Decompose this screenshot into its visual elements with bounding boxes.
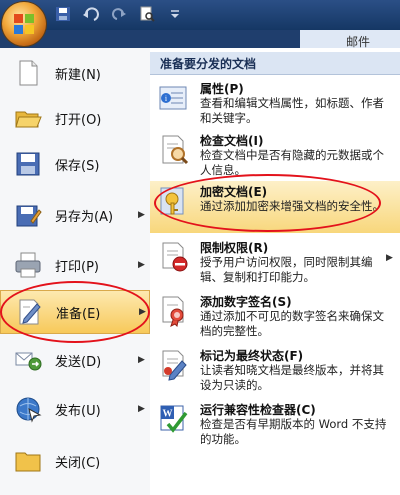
submenu-item-inspect[interactable]: 检查文档(I) 检查文档中是否有隐藏的元数据或个人信息。 — [150, 130, 400, 180]
quick-access-toolbar — [54, 5, 184, 23]
menu-item-label: 关闭(C) — [55, 455, 101, 471]
submenu-arrow-icon: ▶ — [138, 210, 145, 220]
submenu-header: 准备要分发的文档 — [150, 52, 400, 75]
open-folder-icon — [15, 111, 42, 128]
menu-item-label: 打开(O) — [55, 112, 102, 128]
submenu-item-signature[interactable]: 添加数字签名(S) 通过添加不可见的数字签名来确保文档的完整性。 — [150, 291, 400, 343]
customize-icon[interactable] — [166, 5, 184, 23]
menu-item-save[interactable]: 保存(S) — [0, 142, 150, 186]
submenu-item-desc: 检查文档中是否有隐藏的元数据或个人信息。 — [200, 148, 384, 177]
submenu-item-title: 检查文档(I) — [200, 134, 264, 148]
menu-item-label: 发送(D) — [55, 354, 102, 370]
mark-final-icon — [162, 350, 187, 381]
compatibility-checker-icon: W — [160, 405, 188, 433]
menu-item-save-as[interactable]: 另存为(A) ▶ — [0, 193, 150, 237]
menu-item-close[interactable]: 关闭(C) — [0, 439, 150, 483]
submenu-item-desc: 通过添加不可见的数字签名来确保文档的完整性。 — [200, 309, 384, 338]
publish-icon — [16, 397, 42, 423]
menu-item-send[interactable]: 发送(D) ▶ — [0, 338, 150, 382]
new-document-icon — [19, 60, 38, 86]
properties-icon: i — [159, 86, 187, 110]
submenu-item-properties[interactable]: i 属性(P) 查看和编辑文档属性，如标题、作者和关键字。 — [150, 78, 400, 130]
submenu-item-title: 添加数字签名(S) — [200, 295, 292, 309]
office-button[interactable] — [2, 2, 46, 46]
submenu-item-desc: 让读者知晓文档是最终版本，并将其设为只读的。 — [200, 363, 384, 392]
submenu-item-title: 标记为最终状态(F) — [200, 349, 304, 363]
send-icon — [15, 352, 42, 371]
submenu-item-title: 运行兼容性检查器(C) — [200, 403, 316, 417]
inspect-document-icon — [162, 135, 189, 165]
save-icon[interactable] — [54, 5, 72, 23]
digital-signature-icon — [162, 296, 184, 327]
submenu-item-desc: 检查是否有早期版本的 Word 不支持的功能。 — [200, 417, 387, 446]
submenu-header-label: 准备要分发的文档 — [160, 57, 257, 71]
menu-item-label: 打印(P) — [55, 259, 99, 275]
annotation-oval-encrypt — [154, 174, 381, 232]
redo-icon[interactable] — [110, 5, 128, 23]
submenu-arrow-icon: ▶ — [386, 253, 393, 263]
annotation-oval-prepare — [0, 281, 150, 343]
submenu-item-compatibility[interactable]: W 运行兼容性检查器(C) 检查是否有早期版本的 Word 不支持的功能。 — [150, 399, 400, 451]
submenu-item-desc: 查看和编辑文档属性，如标题、作者和关键字。 — [200, 96, 384, 125]
submenu-item-title: 限制权限(R) — [200, 241, 269, 255]
submenu-arrow-icon: ▶ — [138, 355, 145, 365]
submenu-arrow-icon: ▶ — [138, 404, 145, 414]
menu-item-open[interactable]: 打开(O) — [0, 96, 150, 140]
submenu-arrow-icon: ▶ — [138, 260, 145, 270]
office-logo-icon — [14, 14, 34, 34]
menu-item-new[interactable]: 新建(N) — [0, 51, 150, 95]
save-disk-icon — [16, 152, 40, 176]
menu-item-label: 保存(S) — [55, 158, 100, 174]
menu-item-label: 另存为(A) — [55, 209, 114, 225]
save-as-icon — [16, 205, 42, 227]
close-folder-icon — [15, 452, 41, 472]
menu-item-label: 新建(N) — [55, 67, 101, 83]
submenu-item-desc: 授予用户访问权限，同时限制其编辑、复制和打印能力。 — [200, 255, 373, 284]
menu-item-publish[interactable]: 发布(U) ▶ — [0, 387, 150, 431]
printer-icon — [15, 252, 41, 278]
svg-text:W: W — [163, 409, 173, 420]
undo-icon[interactable] — [82, 5, 100, 23]
menu-item-label: 发布(U) — [55, 403, 101, 419]
print-preview-icon[interactable] — [138, 5, 156, 23]
restrict-permission-icon — [162, 242, 188, 272]
submenu-item-restrict[interactable]: 限制权限(R) 授予用户访问权限，同时限制其编辑、复制和打印能力。 ▶ — [150, 237, 400, 287]
submenu-item-mark-final[interactable]: 标记为最终状态(F) 让读者知晓文档是最终版本，并将其设为只读的。 — [150, 345, 400, 397]
submenu-item-title: 属性(P) — [200, 82, 244, 96]
